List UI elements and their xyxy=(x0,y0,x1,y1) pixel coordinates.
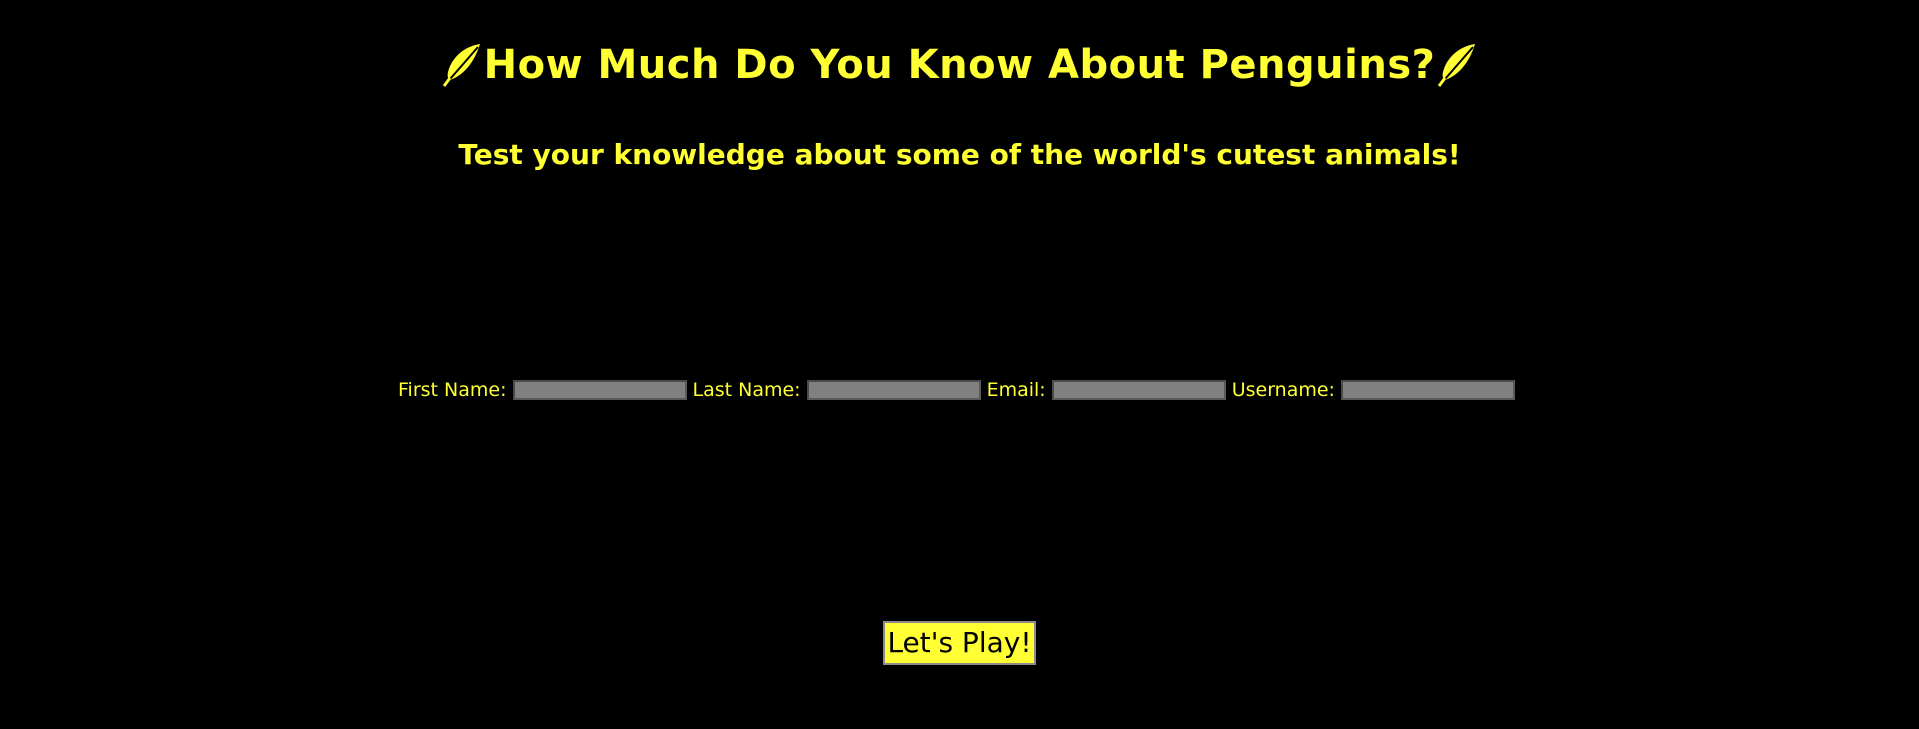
page-title: How Much Do You Know About Penguins? xyxy=(483,42,1436,88)
signup-form: First Name: Last Name: Email: Username: xyxy=(0,379,1919,401)
username-label: Username: xyxy=(1231,379,1335,401)
page-subtitle: Test your knowledge about some of the wo… xyxy=(458,138,1461,171)
first-name-input[interactable] xyxy=(512,380,687,400)
feather-icon xyxy=(1435,42,1479,88)
first-name-label: First Name: xyxy=(398,379,507,401)
username-input[interactable] xyxy=(1340,380,1515,400)
last-name-input[interactable] xyxy=(806,380,981,400)
last-name-label: Last Name: xyxy=(692,379,801,401)
email-input[interactable] xyxy=(1051,380,1226,400)
email-label: Email: xyxy=(986,379,1046,401)
play-button-container: Let's Play! xyxy=(0,621,1919,665)
lets-play-button[interactable]: Let's Play! xyxy=(883,621,1036,665)
feather-icon xyxy=(440,42,484,88)
page-header: How Much Do You Know About Penguins? xyxy=(0,42,1919,88)
